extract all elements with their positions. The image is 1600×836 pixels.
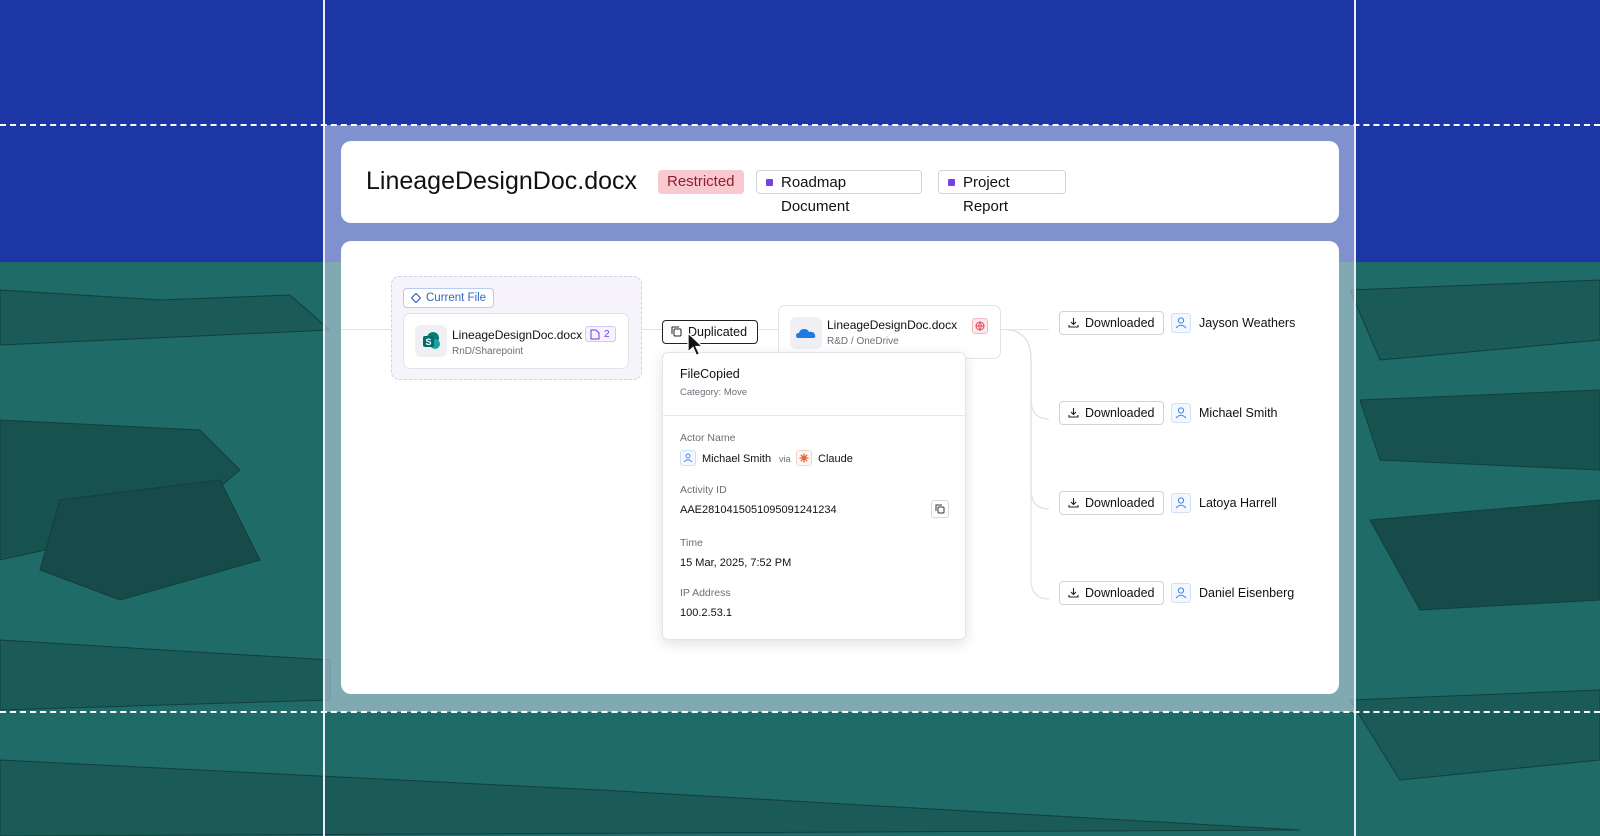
tag-color-swatch [948, 179, 955, 186]
time-label: Time [680, 537, 703, 549]
download-icon [1068, 588, 1079, 598]
user-name: Daniel Eisenberg [1199, 586, 1295, 600]
user-icon [1171, 583, 1191, 603]
downloaded-pill[interactable]: Downloaded [1059, 401, 1164, 425]
tag-label: Roadmap Document [781, 174, 850, 215]
version-count-badge[interactable]: 2 [585, 326, 616, 342]
divider [663, 415, 965, 416]
file-version-icon [590, 329, 600, 340]
guide-line-bottom [0, 711, 1600, 713]
claude-icon [796, 450, 812, 466]
download-icon [1068, 498, 1079, 508]
actor-name-label: Actor Name [680, 432, 736, 444]
downloaded-pill[interactable]: Downloaded [1059, 311, 1164, 335]
activity-id: AAE28104150510950912412​34 [680, 504, 837, 516]
file-name: LineageDesignDoc.docx [827, 318, 958, 332]
current-file-group: Current File S LineageDesignDoc.docx RnD… [391, 276, 642, 380]
tag-color-swatch [766, 179, 773, 186]
mouse-cursor-icon [687, 332, 705, 357]
activity-id-label: Activity ID [680, 484, 727, 496]
download-icon [1068, 318, 1079, 328]
file-header: LineageDesignDoc.docx Restricted Roadmap… [341, 141, 1339, 223]
copy-icon [671, 326, 682, 337]
user-name: Latoya Harrell [1199, 496, 1277, 510]
connector-line [642, 329, 662, 330]
actor-name: Michael Smith [702, 453, 772, 465]
event-details-popover: FileCopied Category: Move Actor Name Mic… [662, 352, 966, 640]
user-name: Jayson Weathers [1199, 316, 1296, 330]
guide-line-top [0, 124, 1600, 126]
lineage-graph: Current File S LineageDesignDoc.docx RnD… [341, 241, 1339, 694]
target-icon [411, 293, 421, 303]
roadmap-document-tag[interactable]: Roadmap Document [756, 170, 922, 215]
copy-activity-id-button[interactable] [931, 500, 949, 518]
file-location: R&D / OneDrive [827, 336, 899, 347]
tag-label: Project Report [963, 174, 1010, 215]
current-file-label: Current File [403, 288, 495, 308]
project-report-tag[interactable]: Project Report [938, 170, 1066, 215]
connector-line [758, 329, 778, 330]
globe-icon[interactable] [972, 318, 988, 334]
ip-address-label: IP Address [680, 587, 731, 599]
event-time: 15 Mar, 2025, 7:52 PM [680, 557, 792, 569]
copied-file-node[interactable]: LineageDesignDoc.docx R&D / OneDrive [778, 305, 1001, 359]
page-title: LineageDesignDoc.docx [366, 167, 638, 195]
user-icon [1171, 493, 1191, 513]
ip-address: 100.2.53.1 [680, 607, 732, 619]
via-label: via [779, 454, 791, 464]
sharepoint-icon: S [415, 325, 447, 357]
svg-text:S: S [425, 337, 431, 347]
duplicated-action-pill[interactable]: Duplicated [662, 320, 758, 344]
current-file-node[interactable]: S LineageDesignDoc.docx RnD/Sharepoint 2 [403, 313, 629, 369]
user-icon [680, 450, 696, 466]
restricted-tag[interactable]: Restricted [658, 170, 744, 194]
file-name: LineageDesignDoc.docx [452, 328, 583, 342]
user-icon [1171, 313, 1191, 333]
connector-line [341, 329, 391, 330]
event-category: Category: Move [680, 387, 748, 398]
download-icon [1068, 408, 1079, 418]
file-location: RnD/Sharepoint [452, 346, 524, 357]
branch-connectors [1001, 329, 1050, 600]
event-name: FileCopied [680, 367, 740, 381]
downloaded-pill[interactable]: Downloaded [1059, 581, 1164, 605]
onedrive-icon [790, 317, 822, 349]
copy-icon [935, 504, 945, 514]
downloaded-pill[interactable]: Downloaded [1059, 491, 1164, 515]
agent-name: Claude [818, 453, 853, 465]
user-icon [1171, 403, 1191, 423]
user-name: Michael Smith [1199, 406, 1278, 420]
